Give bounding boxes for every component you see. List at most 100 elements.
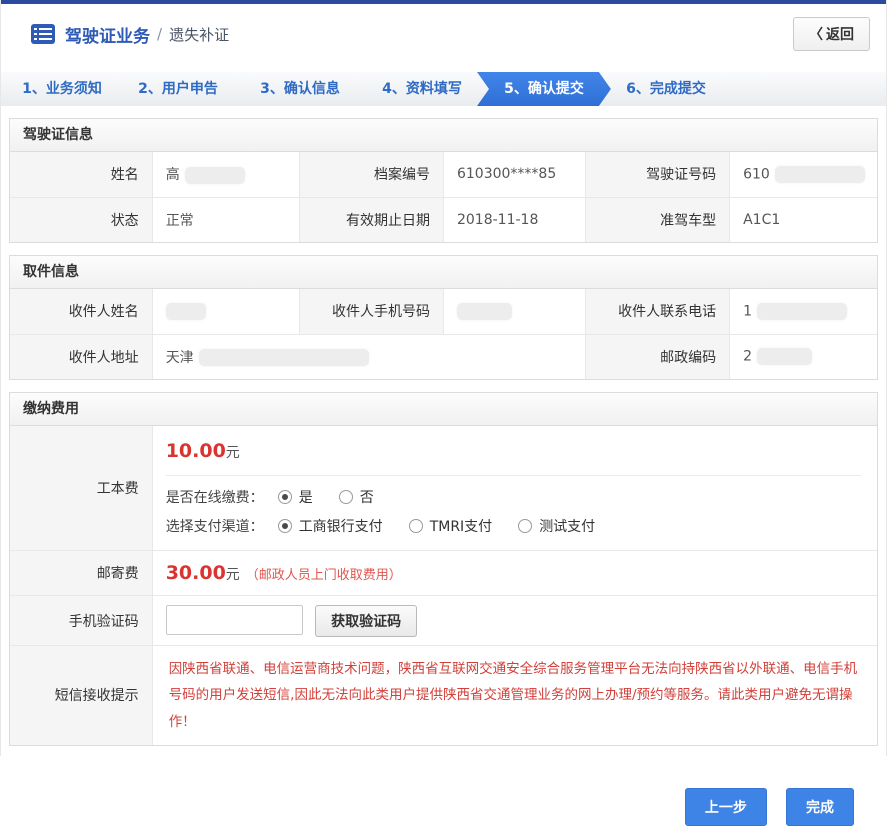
redacted-blur xyxy=(199,349,369,366)
get-captcha-button[interactable]: 获取验证码 xyxy=(315,605,417,637)
previous-step-button[interactable]: 上一步 xyxy=(685,788,767,826)
radio-label: 是 xyxy=(299,487,313,507)
recipient-mobile-value xyxy=(443,289,585,334)
list-icon xyxy=(31,24,55,44)
captcha-input[interactable] xyxy=(166,605,303,635)
pay-channel-question-row: 选择支付渠道： 工商银行支付 TMRI支付 测试支付 xyxy=(166,516,861,536)
license-info-section: 驾驶证信息 姓名 高 档案编号 610300****85 驾驶证号码 610 状… xyxy=(9,118,878,243)
radio-icon[interactable] xyxy=(409,519,423,533)
redacted-blur xyxy=(166,303,206,320)
table-row: 收件人地址 天津 邮政编码 2 xyxy=(10,334,877,379)
table-row: 手机验证码 获取验证码 xyxy=(10,596,877,646)
status-label: 状态 xyxy=(10,197,152,242)
page-header: 驾驶证业务 / 遗失补证 〈返回 xyxy=(1,4,886,64)
online-pay-option-no[interactable]: 否 xyxy=(339,487,374,507)
radio-label: TMRI支付 xyxy=(430,516,493,536)
license-info-table: 姓名 高 档案编号 610300****85 驾驶证号码 610 状态 正常 有… xyxy=(10,152,877,242)
recipient-phone-value: 1 xyxy=(730,289,877,334)
license-section-title: 驾驶证信息 xyxy=(10,119,877,152)
mail-fee-amount: 30.00 xyxy=(166,562,226,584)
license-number-value: 610 xyxy=(730,152,877,197)
pickup-info-table: 收件人姓名 收件人手机号码 收件人联系电话 1 收件人地址 天津 邮政编码 2 xyxy=(10,289,877,379)
redacted-blur xyxy=(185,167,245,184)
radio-icon[interactable] xyxy=(278,519,292,533)
step-5-confirm-submit[interactable]: 5、确认提交 xyxy=(477,72,611,106)
captcha-label: 手机验证码 xyxy=(10,596,152,646)
page-title: 驾驶证业务 xyxy=(65,22,150,47)
work-fee-amount: 10.00 xyxy=(166,440,226,462)
table-row: 状态 正常 有效期止日期 2018-11-18 准驾车型 A1C1 xyxy=(10,197,877,242)
fee-section-title: 缴纳费用 xyxy=(10,393,877,426)
name-label: 姓名 xyxy=(10,152,152,197)
recipient-address-label: 收件人地址 xyxy=(10,334,152,379)
radio-label: 否 xyxy=(360,487,374,507)
zip-code-value: 2 xyxy=(730,334,877,379)
finish-button[interactable]: 完成 xyxy=(786,788,854,826)
back-button[interactable]: 〈返回 xyxy=(793,17,870,51)
divider xyxy=(166,475,861,476)
name-value: 高 xyxy=(152,152,299,197)
step-wizard: 1、业务须知 2、用户申告 3、确认信息 4、资料填写 5、确认提交 6、完成提… xyxy=(1,72,886,106)
sms-tip-text: 因陕西省联通、电信运营商技术问题，陕西省互联网交通安全综合服务管理平台无法向持陕… xyxy=(153,646,877,745)
table-row: 收件人姓名 收件人手机号码 收件人联系电话 1 xyxy=(10,289,877,334)
breadcrumb-current: 遗失补证 xyxy=(169,24,229,45)
status-value: 正常 xyxy=(152,197,299,242)
expiry-date-label: 有效期止日期 xyxy=(300,197,444,242)
redacted-blur xyxy=(757,348,812,365)
step-6-complete-submit[interactable]: 6、完成提交 xyxy=(599,72,733,106)
file-number-label: 档案编号 xyxy=(300,152,444,197)
work-fee-cell: 10.00元 是否在线缴费： 是 否 选择支付渠道： 工商银行支付 TMRI支付… xyxy=(152,426,877,551)
redacted-blur xyxy=(775,166,865,183)
table-row: 工本费 10.00元 是否在线缴费： 是 否 选择支付渠道： 工商银行支付 TM… xyxy=(10,426,877,551)
zip-code-label: 邮政编码 xyxy=(586,334,730,379)
pickup-info-section: 取件信息 收件人姓名 收件人手机号码 收件人联系电话 1 收件人地址 天津 邮政… xyxy=(9,255,878,380)
radio-icon[interactable] xyxy=(339,490,353,504)
radio-icon[interactable] xyxy=(518,519,532,533)
file-number-value: 610300****85 xyxy=(443,152,585,197)
online-pay-question: 是否在线缴费： xyxy=(166,487,264,507)
back-button-label: 返回 xyxy=(826,26,854,42)
chevron-left-icon: 〈 xyxy=(809,26,823,42)
online-pay-question-row: 是否在线缴费： 是 否 xyxy=(166,487,861,507)
pay-channel-icbc[interactable]: 工商银行支付 xyxy=(278,516,383,536)
recipient-address-value: 天津 xyxy=(152,334,585,379)
breadcrumb-separator: / xyxy=(157,25,162,43)
step-wizard-filler xyxy=(721,72,886,106)
table-row: 邮寄费 30.00元（邮政人员上门收取费用） xyxy=(10,551,877,596)
mail-fee-note: （邮政人员上门收取费用） xyxy=(246,568,402,583)
step-3-confirm-info[interactable]: 3、确认信息 xyxy=(233,72,367,106)
pay-channel-tmri[interactable]: TMRI支付 xyxy=(409,516,493,536)
step-1-business-notice[interactable]: 1、业务须知 xyxy=(1,72,123,106)
vehicle-class-value: A1C1 xyxy=(730,197,877,242)
online-pay-option-yes[interactable]: 是 xyxy=(278,487,313,507)
mail-fee-cell: 30.00元（邮政人员上门收取费用） xyxy=(152,551,877,596)
radio-icon[interactable] xyxy=(278,490,292,504)
step-2-user-declaration[interactable]: 2、用户申告 xyxy=(111,72,245,106)
recipient-phone-label: 收件人联系电话 xyxy=(586,289,730,334)
table-row: 短信接收提示 因陕西省联通、电信运营商技术问题，陕西省互联网交通安全综合服务管理… xyxy=(10,646,877,745)
work-fee-amount-line: 10.00元 xyxy=(166,440,861,462)
redacted-blur xyxy=(757,303,847,320)
expiry-date-value: 2018-11-18 xyxy=(443,197,585,242)
radio-label: 测试支付 xyxy=(539,516,595,536)
pay-channel-test[interactable]: 测试支付 xyxy=(518,516,595,536)
work-fee-unit: 元 xyxy=(226,445,240,461)
sms-tip-cell: 因陕西省联通、电信运营商技术问题，陕西省互联网交通安全综合服务管理平台无法向持陕… xyxy=(152,646,877,745)
vehicle-class-label: 准驾车型 xyxy=(586,197,730,242)
step-4-fill-data[interactable]: 4、资料填写 xyxy=(355,72,489,106)
fee-section: 缴纳费用 工本费 10.00元 是否在线缴费： 是 否 选择支付渠道： xyxy=(9,392,878,746)
redacted-blur xyxy=(457,303,512,320)
captcha-cell: 获取验证码 xyxy=(152,596,877,646)
table-row: 姓名 高 档案编号 610300****85 驾驶证号码 610 xyxy=(10,152,877,197)
recipient-mobile-label: 收件人手机号码 xyxy=(300,289,444,334)
pay-channel-question: 选择支付渠道： xyxy=(166,516,264,536)
mail-fee-label: 邮寄费 xyxy=(10,551,152,596)
license-number-label: 驾驶证号码 xyxy=(586,152,730,197)
sms-tip-label: 短信接收提示 xyxy=(10,646,152,745)
footer-actions: 上一步 完成 xyxy=(9,746,878,826)
recipient-name-value xyxy=(152,289,299,334)
work-fee-label: 工本费 xyxy=(10,426,152,551)
pickup-section-title: 取件信息 xyxy=(10,256,877,289)
radio-label: 工商银行支付 xyxy=(299,516,383,536)
recipient-name-label: 收件人姓名 xyxy=(10,289,152,334)
